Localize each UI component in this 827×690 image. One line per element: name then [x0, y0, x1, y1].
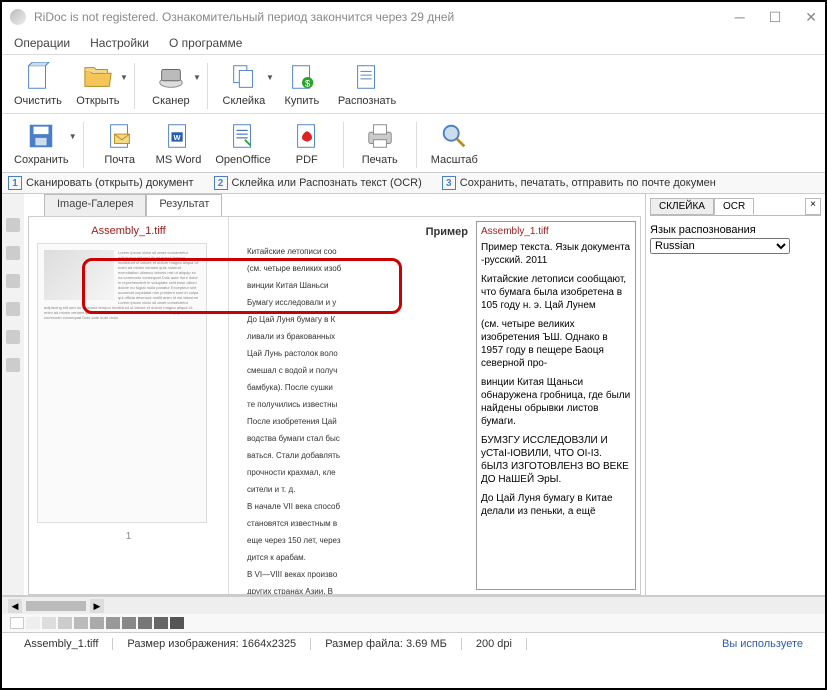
buy-button[interactable]: $ Купить — [274, 59, 330, 109]
color-swatch[interactable] — [58, 617, 72, 629]
msword-button[interactable]: W MS Word — [150, 118, 208, 168]
toolbar-row-1: Очистить ▼ Открыть ▼ Сканер ▼ Склейка $ … — [2, 54, 825, 113]
tool-brightness-icon[interactable] — [6, 302, 20, 316]
scroll-left-icon[interactable]: ◀ — [8, 599, 22, 613]
mail-button[interactable]: Почта — [92, 118, 148, 168]
folder-open-icon — [82, 61, 114, 93]
scanner-icon — [155, 61, 187, 93]
status-file: Assembly_1.tiff — [10, 638, 113, 650]
chevron-down-icon: ▼ — [120, 73, 128, 82]
svg-text:W: W — [174, 133, 182, 142]
svg-text:$: $ — [305, 78, 311, 88]
scroll-right-icon[interactable]: ▶ — [90, 599, 104, 613]
status-bar: Assembly_1.tiff Размер изображения: 1664… — [2, 632, 825, 654]
openoffice-icon — [227, 120, 259, 152]
article-heading: Пример — [237, 227, 468, 238]
tab-result[interactable]: Результат — [146, 194, 222, 216]
chevron-down-icon: ▼ — [266, 73, 274, 82]
step-3[interactable]: 3Сохранить, печатать, отправить по почте… — [442, 176, 716, 190]
document-tabs: Image-Галерея Результат — [24, 194, 645, 216]
tab-ocr[interactable]: OCR — [714, 198, 754, 215]
chevron-down-icon: ▼ — [69, 132, 77, 141]
window-title: RiDoc is not registered. Ознакомительный… — [34, 10, 454, 24]
menu-settings[interactable]: Настройки — [82, 34, 157, 52]
buy-icon: $ — [286, 61, 318, 93]
clear-button[interactable]: Очистить — [8, 59, 68, 109]
color-swatch[interactable] — [122, 617, 136, 629]
ocr-icon — [351, 61, 383, 93]
open-button[interactable]: ▼ Открыть — [70, 59, 126, 109]
status-link[interactable]: Вы используете — [708, 638, 817, 650]
maximize-button[interactable]: ☐ — [769, 9, 782, 26]
app-icon — [10, 9, 26, 25]
preview-title: Assembly_1.tiff — [37, 225, 220, 237]
ocr-result-panel: Assembly_1.tiff Пример текста. Язык доку… — [476, 221, 636, 590]
side-tools — [2, 194, 24, 595]
tool-contrast-icon[interactable] — [6, 330, 20, 344]
status-img-size: Размер изображения: 1664x2325 — [113, 638, 311, 650]
color-bar — [2, 614, 825, 632]
title-bar: RiDoc is not registered. Ознакомительный… — [2, 2, 825, 32]
color-swatch[interactable] — [170, 617, 184, 629]
glue-button[interactable]: ▼ Склейка — [216, 59, 272, 109]
magnifier-icon — [438, 120, 470, 152]
horizontal-scroll[interactable]: ◀ ▶ — [2, 596, 825, 614]
color-swatch[interactable] — [106, 617, 120, 629]
save-button[interactable]: ▼ Сохранить — [8, 118, 75, 168]
pdf-button[interactable]: PDF — [279, 118, 335, 168]
color-swatch[interactable] — [138, 617, 152, 629]
status-file-size: Размер файла: 3.69 МБ — [311, 638, 462, 650]
page-preview: Assembly_1.tiff Lorem ipsum dolor sit am… — [29, 217, 229, 594]
close-button[interactable]: ✕ — [805, 9, 817, 26]
step-bar: 1Сканировать (открыть) документ 2Склейка… — [2, 172, 825, 194]
tab-glue[interactable]: СКЛЕЙКА — [650, 198, 714, 215]
menu-about[interactable]: О программе — [161, 34, 250, 52]
menu-operations[interactable]: Операции — [6, 34, 78, 52]
menu-bar: Операции Настройки О программе — [2, 32, 825, 54]
printer-icon — [364, 120, 396, 152]
tool-crop-icon[interactable] — [6, 218, 20, 232]
right-panel: СКЛЕЙКА OCR × Язык распознования Russian — [645, 194, 825, 595]
color-swatch[interactable] — [154, 617, 168, 629]
zoom-button[interactable]: Масштаб — [425, 118, 484, 168]
close-panel-button[interactable]: × — [805, 198, 821, 215]
language-select[interactable]: Russian — [650, 238, 790, 254]
tool-copy-icon[interactable] — [6, 274, 20, 288]
color-swatch[interactable] — [74, 617, 88, 629]
word-icon: W — [162, 120, 194, 152]
recognize-button[interactable]: Распознать — [332, 59, 402, 109]
color-swatch[interactable] — [10, 617, 24, 629]
save-icon — [25, 120, 57, 152]
text-column: Пример Китайские летописи соо (см. четыр… — [229, 217, 476, 594]
chevron-down-icon: ▼ — [193, 73, 201, 82]
toolbar-row-2: ▼ Сохранить Почта W MS Word OpenOffice P… — [2, 113, 825, 172]
color-swatch[interactable] — [90, 617, 104, 629]
language-label: Язык распознования — [650, 224, 756, 236]
tool-smooth-icon[interactable] — [6, 358, 20, 372]
ocr-title: Assembly_1.tiff — [481, 226, 631, 237]
tab-gallery[interactable]: Image-Галерея — [44, 194, 146, 216]
step-1[interactable]: 1Сканировать (открыть) документ — [8, 176, 194, 190]
page-thumbnail[interactable]: Lorem ipsum dolor sit amet consectetur a… — [37, 243, 207, 523]
color-swatch[interactable] — [26, 617, 40, 629]
mail-icon — [104, 120, 136, 152]
scanner-button[interactable]: ▼ Сканер — [143, 59, 199, 109]
openoffice-button[interactable]: OpenOffice — [209, 118, 276, 168]
minimize-button[interactable]: ─ — [735, 9, 745, 26]
status-dpi: 200 dpi — [462, 638, 527, 650]
step-2[interactable]: 2Склейка или Распознать текст (OCR) — [214, 176, 422, 190]
scroll-thumb[interactable] — [26, 601, 86, 611]
pdf-icon — [291, 120, 323, 152]
tool-rotate-icon[interactable] — [6, 246, 20, 260]
clear-icon — [22, 61, 54, 93]
page-number: 1 — [37, 531, 220, 542]
glue-icon — [228, 61, 260, 93]
color-swatch[interactable] — [42, 617, 56, 629]
print-button[interactable]: Печать — [352, 118, 408, 168]
